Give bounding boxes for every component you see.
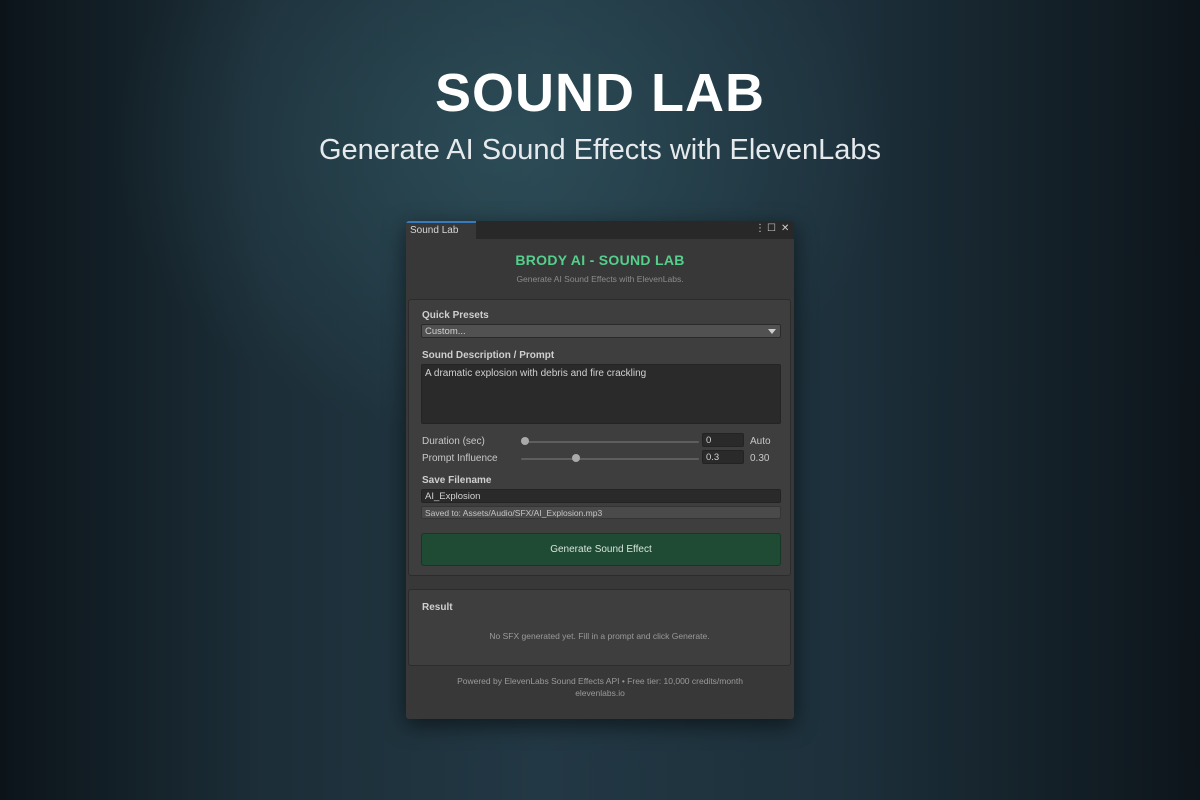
- maximize-icon[interactable]: ☐: [767, 222, 776, 236]
- settings-panel: Quick Presets Custom... Sound Descriptio…: [408, 299, 791, 576]
- quick-presets-value: Custom...: [425, 326, 466, 337]
- duration-field[interactable]: 0: [702, 433, 744, 447]
- prompt-label: Sound Description / Prompt: [422, 350, 555, 361]
- tab-sound-lab[interactable]: Sound Lab: [406, 221, 476, 239]
- result-panel: Result No SFX generated yet. Fill in a p…: [408, 589, 791, 666]
- quick-presets-dropdown[interactable]: Custom...: [421, 324, 781, 338]
- prompt-influence-label: Prompt Influence: [422, 453, 498, 464]
- prompt-influence-slider-handle[interactable]: [572, 454, 580, 462]
- filename-input[interactable]: AI_Explosion: [421, 489, 781, 503]
- footer-link[interactable]: elevenlabs.io: [406, 688, 794, 698]
- result-message: No SFX generated yet. Fill in a prompt a…: [489, 631, 710, 641]
- result-label: Result: [422, 602, 453, 613]
- chevron-down-icon: [768, 329, 776, 334]
- duration-slider[interactable]: [521, 441, 699, 443]
- prompt-influence-field[interactable]: 0.3: [702, 450, 744, 464]
- app-subtitle: Generate AI Sound Effects with ElevenLab…: [516, 274, 684, 284]
- sound-lab-window: Sound Lab ⋮ ☐ ✕ BRODY AI - SOUND LAB Gen…: [406, 221, 794, 719]
- hero-title: SOUND LAB: [435, 63, 765, 123]
- close-icon[interactable]: ✕: [781, 222, 789, 236]
- duration-value: Auto: [750, 436, 771, 447]
- prompt-influence-value: 0.30: [750, 453, 770, 464]
- footer-powered-by: Powered by ElevenLabs Sound Effects API …: [457, 676, 743, 686]
- generate-button[interactable]: Generate Sound Effect: [421, 533, 781, 566]
- quick-presets-label: Quick Presets: [422, 310, 489, 321]
- window-titlebar: Sound Lab ⋮ ☐ ✕: [406, 221, 794, 239]
- duration-slider-handle[interactable]: [521, 437, 529, 445]
- saved-path-display: Saved to: Assets/Audio/SFX/AI_Explosion.…: [421, 506, 781, 519]
- hero-subtitle: Generate AI Sound Effects with ElevenLab…: [318, 134, 882, 166]
- app-title: BRODY AI - SOUND LAB: [515, 252, 685, 268]
- prompt-textarea[interactable]: A dramatic explosion with debris and fir…: [421, 364, 781, 424]
- save-filename-label: Save Filename: [422, 475, 492, 486]
- duration-label: Duration (sec): [422, 436, 485, 447]
- prompt-influence-slider[interactable]: [521, 458, 699, 460]
- kebab-menu-icon[interactable]: ⋮: [755, 222, 765, 236]
